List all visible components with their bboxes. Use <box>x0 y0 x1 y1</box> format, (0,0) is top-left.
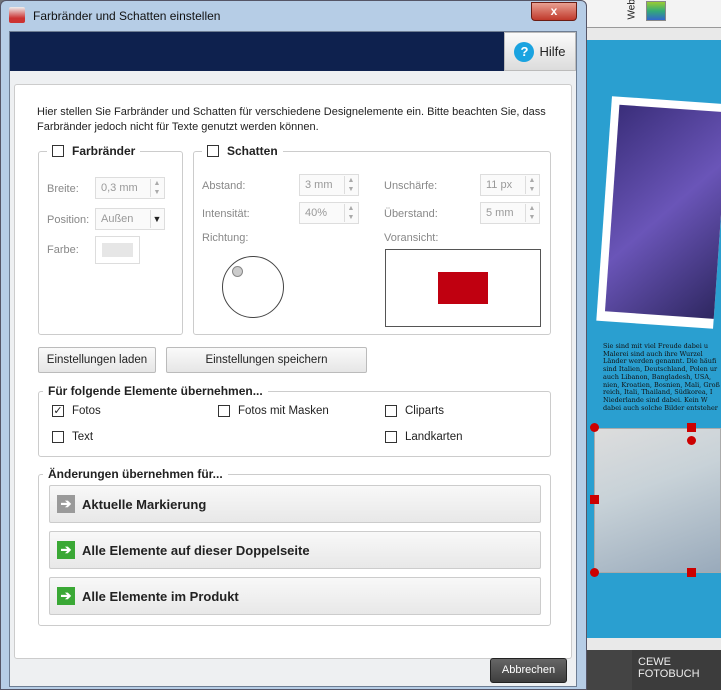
arrow-right-icon: ➔ <box>57 541 75 559</box>
farbraender-checkbox[interactable] <box>52 145 64 157</box>
stepper-arrows-icon[interactable]: ▲ ▼ <box>525 176 538 194</box>
title-bar[interactable]: Farbränder und Schatten einstellen x <box>1 1 586 31</box>
breite-value: 0,3 mm <box>101 182 138 194</box>
dialog-header: ? Hilfe <box>10 32 576 71</box>
apply-title: Änderungen übernehmen für... <box>43 467 228 481</box>
richtung-label: Richtung: <box>202 232 249 244</box>
text-line: dabei auch solche Bilder entsteher <box>603 403 718 412</box>
photo-selected[interactable] <box>594 428 721 573</box>
checkbox-text[interactable]: Text <box>52 431 93 443</box>
elements-title: Für folgende Elemente übernehmen... <box>43 384 268 398</box>
checkmark-icon[interactable]: ✓ <box>52 405 64 417</box>
cancel-button[interactable]: Abbrechen <box>490 658 567 683</box>
resize-handle[interactable] <box>590 495 599 504</box>
resize-handle[interactable] <box>687 568 696 577</box>
abstand-stepper[interactable]: 3 mm ▲ ▼ <box>299 174 359 196</box>
position-value: Außen <box>101 213 134 225</box>
schatten-group: Schatten Abstand: 3 mm ▲ ▼ Intensität: 40%… <box>193 144 551 335</box>
close-button[interactable]: x <box>531 2 577 21</box>
checkbox-box[interactable] <box>52 431 64 443</box>
dialog-window: Farbränder und Schatten einstellen x ? H… <box>0 0 587 690</box>
voransicht-label: Voransicht: <box>384 232 439 244</box>
schatten-title: Schatten <box>227 144 278 158</box>
stepper-arrows-icon[interactable]: ▲ ▼ <box>525 204 538 222</box>
stepper-arrows-icon[interactable]: ▲ ▼ <box>344 176 357 194</box>
app-grid-icon[interactable] <box>646 1 666 21</box>
resize-handle[interactable] <box>590 568 599 577</box>
abstand-value: 3 mm <box>305 179 333 191</box>
apply-product-button[interactable]: ➔ Alle Elemente im Produkt <box>49 577 541 615</box>
arrow-right-icon: ➔ <box>57 495 75 513</box>
abstand-label: Abstand: <box>202 180 246 192</box>
checkbox-cliparts[interactable]: Cliparts <box>385 405 444 417</box>
farbe-label: Farbe: <box>47 244 79 256</box>
checkbox-label: Text <box>72 431 94 443</box>
background-toolbar: Web <box>580 0 721 28</box>
intensitaet-stepper[interactable]: 40% ▲ ▼ <box>299 202 359 224</box>
help-label: Hilfe <box>539 44 566 59</box>
position-select[interactable]: Außen ▼ <box>95 208 165 230</box>
checkbox-box[interactable] <box>218 405 230 417</box>
app-icon <box>9 7 25 23</box>
help-button[interactable]: ? Hilfe <box>504 32 576 71</box>
rotate-handle[interactable] <box>687 436 696 445</box>
intensitaet-value: 40% <box>305 207 328 219</box>
product-label[interactable]: CEWE FOTOBUCH <box>632 650 721 690</box>
ueberstand-stepper[interactable]: 5 mm ▲ ▼ <box>480 202 540 224</box>
window-title: Farbränder und Schatten einstellen <box>33 9 221 23</box>
unschaerfe-label: Unschärfe: <box>384 180 438 192</box>
elements-group: Für folgende Elemente übernehmen... ✓ Fot… <box>38 384 551 457</box>
stepper-arrows-icon[interactable]: ▲ ▼ <box>344 204 357 222</box>
option-label: Alle Elemente im Produkt <box>82 588 239 604</box>
checkbox-fotos-mit-masken[interactable]: Fotos mit Masken <box>218 405 329 417</box>
option-label: Aktuelle Markierung <box>82 496 207 512</box>
resize-handle[interactable] <box>687 423 696 432</box>
checkbox-box[interactable] <box>385 405 397 417</box>
checkbox-box[interactable] <box>385 431 397 443</box>
checkbox-label: Fotos <box>72 405 101 417</box>
unschaerfe-stepper[interactable]: 11 px ▲ ▼ <box>480 174 540 196</box>
stepper-arrows-icon[interactable]: ▲ ▼ <box>150 179 163 197</box>
farbraender-group: Farbränder Breite: 0,3 mm ▲ ▼ Position: Au… <box>38 144 183 335</box>
option-label: Alle Elemente auf dieser Doppelseite <box>82 542 310 558</box>
shadow-preview <box>385 249 541 327</box>
apply-group: Änderungen übernehmen für... ➔ Aktuelle M… <box>38 467 551 626</box>
farbraender-title: Farbränder <box>72 144 136 158</box>
direction-dial[interactable] <box>222 256 284 318</box>
checkbox-label: Landkarten <box>405 431 463 443</box>
photo-graffiti[interactable] <box>596 96 721 329</box>
schatten-toggle[interactable]: Schatten <box>202 144 283 158</box>
breite-label: Breite: <box>47 183 79 195</box>
save-settings-button[interactable]: Einstellungen speichern <box>166 347 367 373</box>
apply-spread-button[interactable]: ➔ Alle Elemente auf dieser Doppelseite <box>49 531 541 569</box>
arrow-right-icon: ➔ <box>57 587 75 605</box>
intro-text: Hier stellen Sie Farbränder und Schatten… <box>37 106 546 133</box>
ueberstand-label: Überstand: <box>384 208 438 220</box>
chevron-down-icon: ▼ <box>150 210 163 228</box>
resize-handle[interactable] <box>590 423 599 432</box>
checkbox-label: Fotos mit Masken <box>238 405 329 417</box>
load-settings-button[interactable]: Einstellungen laden <box>38 347 156 373</box>
farbraender-toggle[interactable]: Farbränder <box>47 144 141 158</box>
color-picker[interactable] <box>95 236 140 264</box>
dialog-client: ? Hilfe Hier stellen Sie Farbränder und … <box>9 31 577 687</box>
intensitaet-label: Intensität: <box>202 208 250 220</box>
position-label: Position: <box>47 214 90 226</box>
checkbox-fotos[interactable]: ✓ Fotos <box>52 405 101 417</box>
breite-stepper[interactable]: 0,3 mm ▲ ▼ <box>95 177 165 199</box>
dial-knob[interactable] <box>232 266 243 277</box>
schatten-checkbox[interactable] <box>207 145 219 157</box>
unschaerfe-value: 11 px <box>486 179 513 191</box>
web-tab[interactable]: Web <box>627 0 638 20</box>
checkbox-label: Cliparts <box>405 405 444 417</box>
checkbox-landkarten[interactable]: Landkarten <box>385 431 463 443</box>
help-icon: ? <box>514 41 535 62</box>
preview-rectangle <box>438 272 488 304</box>
settings-panel: Hier stellen Sie Farbränder und Schatten… <box>14 84 572 659</box>
apply-current-selection-button[interactable]: ➔ Aktuelle Markierung <box>49 485 541 523</box>
page-text-block[interactable]: Sie sind mit viel Freude dabei u Malerei… <box>603 343 721 412</box>
ueberstand-value: 5 mm <box>486 207 514 219</box>
